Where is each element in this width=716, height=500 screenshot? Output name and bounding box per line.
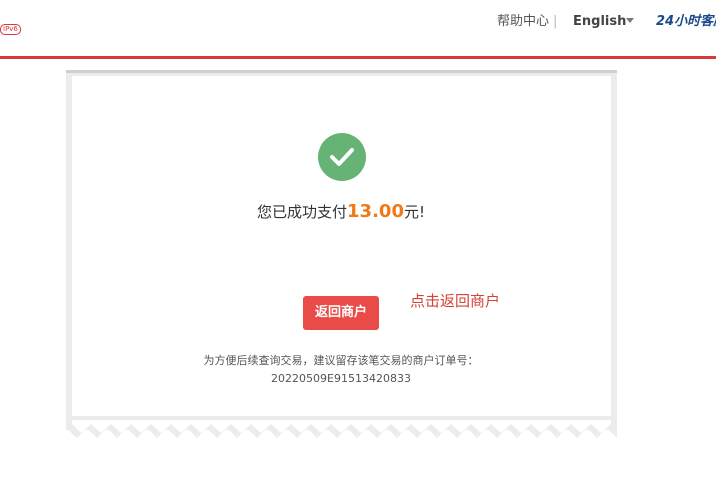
return-to-merchant-button[interactable]: 返回商户 — [303, 296, 379, 330]
return-annotation: 点击返回商户 — [410, 292, 501, 310]
paid-amount: 13.00 — [347, 201, 404, 222]
help-center-link[interactable]: 帮助中心 — [497, 13, 549, 31]
order-hint-text: 为方便后续查询交易，建议留存该笔交易的商户订单号： — [203, 354, 479, 367]
success-badge — [318, 133, 366, 181]
ipv6-badge: IPv6 — [0, 24, 21, 35]
language-selector[interactable]: English — [573, 13, 626, 31]
chevron-down-icon[interactable] — [626, 18, 634, 23]
payment-success-message: 您已成功支付13.00元! — [200, 199, 482, 225]
header-accent-line — [0, 56, 716, 59]
top-header: IPv6 帮助中心 | English 24小时客服 — [0, 0, 716, 56]
service-hotline-link[interactable]: 24小时客服 — [656, 13, 716, 31]
message-suffix: 元! — [403, 203, 425, 221]
check-icon — [330, 148, 354, 166]
receipt-top-edge — [66, 70, 617, 73]
nav-divider: | — [553, 14, 558, 29]
receipt-torn-edge — [66, 420, 617, 438]
merchant-order-number: 20220509E91513420833 — [271, 372, 411, 385]
message-prefix: 您已成功支付 — [257, 203, 348, 221]
